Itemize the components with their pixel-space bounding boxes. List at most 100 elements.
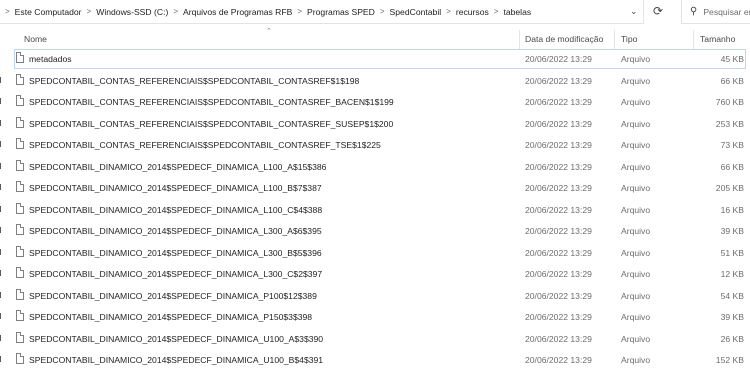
row-edge-mark <box>0 184 3 190</box>
file-size: 54 KB <box>720 290 744 301</box>
file-name: SPEDCONTABIL_DINAMICO_2014$SPEDECF_DINAM… <box>29 269 323 279</box>
file-type: Arquivo <box>621 140 651 150</box>
file-date: 20/06/2022 13:29 <box>525 118 592 129</box>
file-icon <box>16 95 24 106</box>
file-name: SPEDCONTABIL_CONTAS_REFERENCIAIS$SPEDCON… <box>29 75 360 86</box>
file-row[interactable]: SPEDCONTABIL_DINAMICO_2014$SPEDECF_DINAM… <box>0 263 750 285</box>
column-header-size[interactable]: Tamanho <box>700 34 735 44</box>
breadcrumb-item[interactable]: Programas SPED <box>305 7 377 17</box>
file-size: 39 KB <box>720 226 744 236</box>
breadcrumb-separator-icon[interactable]: > <box>377 7 388 16</box>
row-edge-mark <box>0 98 3 104</box>
file-date: 20/06/2022 13:29 <box>525 183 592 193</box>
file-name: SPEDCONTABIL_DINAMICO_2014$SPEDECF_DINAM… <box>29 355 324 365</box>
file-size: 253 KB <box>715 118 744 129</box>
address-bar[interactable]: > Este Computador > Windows-SSD (C:) > Arquiv… <box>0 0 644 24</box>
breadcrumb-separator-icon[interactable]: > <box>170 7 181 16</box>
column-header-name[interactable]: Nome <box>24 34 47 44</box>
file-date: 20/06/2022 13:29 <box>525 204 592 215</box>
file-type: Arquivo <box>621 118 651 129</box>
file-name: SPEDCONTABIL_DINAMICO_2014$SPEDECF_DINAM… <box>29 226 322 236</box>
file-type: Arquivo <box>621 226 651 236</box>
file-size: 51 KB <box>720 247 744 258</box>
breadcrumb-separator-icon[interactable]: > <box>2 7 13 16</box>
file-icon <box>16 245 24 257</box>
file-row[interactable]: SPEDCONTABIL_CONTAS_REFERENCIAIS$SPEDCON… <box>0 134 750 156</box>
breadcrumb-item[interactable]: Windows-SSD (C:) <box>94 7 170 17</box>
breadcrumb-separator-icon[interactable]: > <box>84 7 95 16</box>
column-divider[interactable] <box>519 30 520 50</box>
file-date: 20/06/2022 13:29 <box>525 312 592 322</box>
file-row[interactable]: SPEDCONTABIL_DINAMICO_2014$SPEDECF_DINAM… <box>0 328 750 350</box>
file-size: 205 KB <box>715 183 744 193</box>
file-row[interactable]: SPEDCONTABIL_CONTAS_REFERENCIAIS$SPEDCON… <box>0 91 750 113</box>
file-icon <box>16 138 24 149</box>
row-edge-mark <box>0 334 3 341</box>
row-edge-mark <box>0 119 3 126</box>
breadcrumb-item[interactable]: recursos <box>454 7 491 17</box>
breadcrumb-separator-icon[interactable]: > <box>443 7 454 16</box>
refresh-icon[interactable]: ⟳ <box>653 4 663 18</box>
file-date: 20/06/2022 13:29 <box>525 140 592 150</box>
file-name: SPEDCONTABIL_DINAMICO_2014$SPEDECF_DINAM… <box>29 312 313 322</box>
column-header-type[interactable]: Tipo <box>621 34 637 44</box>
breadcrumb-item[interactable]: tabelas <box>501 7 533 17</box>
chevron-down-icon[interactable]: ⌄ <box>630 6 638 17</box>
file-icon <box>16 181 24 192</box>
column-header-date[interactable]: Data de modificação <box>525 34 603 44</box>
file-date: 20/06/2022 13:29 <box>525 355 592 365</box>
file-icon <box>16 331 24 343</box>
file-row[interactable]: SPEDCONTABIL_DINAMICO_2014$SPEDECF_DINAM… <box>0 349 750 371</box>
file-type: Arquivo <box>621 247 651 258</box>
file-type: Arquivo <box>621 204 651 215</box>
file-type: Arquivo <box>621 54 651 64</box>
file-icon <box>16 73 24 85</box>
file-row[interactable]: metadados 20/06/2022 13:29 Arquivo 45 KB <box>0 48 750 70</box>
column-header: Nome Data de modificação Tipo Tamanho <box>0 26 750 50</box>
file-type: Arquivo <box>621 161 651 172</box>
file-type: Arquivo <box>621 355 651 365</box>
file-name: SPEDCONTABIL_DINAMICO_2014$SPEDECF_DINAM… <box>29 290 317 301</box>
row-edge-mark <box>0 141 3 147</box>
file-row[interactable]: SPEDCONTABIL_DINAMICO_2014$SPEDECF_DINAM… <box>0 199 750 221</box>
file-icon <box>16 353 24 364</box>
row-edge-mark <box>0 227 3 233</box>
file-size: 26 KB <box>720 333 744 344</box>
file-row[interactable]: SPEDCONTABIL_DINAMICO_2014$SPEDECF_DINAM… <box>0 285 750 307</box>
row-edge-mark <box>0 76 3 83</box>
file-name: SPEDCONTABIL_DINAMICO_2014$SPEDECF_DINAM… <box>29 204 323 215</box>
file-row[interactable]: SPEDCONTABIL_DINAMICO_2014$SPEDECF_DINAM… <box>0 156 750 178</box>
row-edge-mark <box>0 313 3 319</box>
column-divider[interactable] <box>614 30 615 50</box>
file-row[interactable]: SPEDCONTABIL_CONTAS_REFERENCIAIS$SPEDCON… <box>0 70 750 92</box>
breadcrumb-separator-icon[interactable]: > <box>294 7 305 16</box>
file-name: SPEDCONTABIL_DINAMICO_2014$SPEDECF_DINAM… <box>29 183 322 193</box>
file-size: 66 KB <box>720 75 744 86</box>
file-row[interactable]: SPEDCONTABIL_DINAMICO_2014$SPEDECF_DINAM… <box>0 242 750 264</box>
breadcrumb-separator-icon[interactable]: > <box>491 7 502 16</box>
file-type: Arquivo <box>621 333 651 344</box>
file-icon <box>16 52 24 63</box>
file-size: 73 KB <box>720 140 744 150</box>
file-icon <box>16 116 24 128</box>
file-size: 66 KB <box>720 161 744 172</box>
file-icon <box>16 310 24 321</box>
file-date: 20/06/2022 13:29 <box>525 54 592 64</box>
row-edge-mark <box>0 162 3 169</box>
file-row[interactable]: SPEDCONTABIL_CONTAS_REFERENCIAIS$SPEDCON… <box>0 113 750 135</box>
file-row[interactable]: SPEDCONTABIL_DINAMICO_2014$SPEDECF_DINAM… <box>0 220 750 242</box>
file-type: Arquivo <box>621 97 651 107</box>
breadcrumb-item[interactable]: SpedContabil <box>388 7 444 17</box>
column-divider[interactable] <box>693 30 694 50</box>
file-date: 20/06/2022 13:29 <box>525 161 592 172</box>
breadcrumb-item[interactable]: Arquivos de Programas RFB <box>181 7 294 17</box>
file-icon <box>16 288 24 300</box>
row-edge-mark <box>0 356 3 362</box>
file-date: 20/06/2022 13:29 <box>525 226 592 236</box>
file-row[interactable]: SPEDCONTABIL_DINAMICO_2014$SPEDECF_DINAM… <box>0 177 750 199</box>
search-box[interactable]: ⚲ Pesquisar em <box>681 0 750 24</box>
file-type: Arquivo <box>621 75 651 86</box>
breadcrumb-item[interactable]: Este Computador <box>13 7 84 17</box>
file-row[interactable]: SPEDCONTABIL_DINAMICO_2014$SPEDECF_DINAM… <box>0 306 750 328</box>
search-input[interactable]: Pesquisar em <box>703 7 750 17</box>
